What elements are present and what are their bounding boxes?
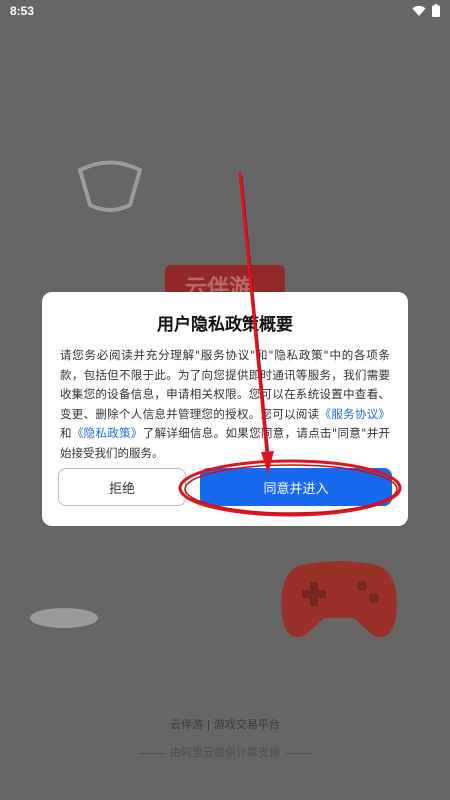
background-cloud-icon [28,598,100,638]
wifi-icon [412,5,426,17]
divider [138,752,164,754]
footer-support-text: 由阿里云提供计算支持 [170,746,280,759]
status-bar: 8:53 [0,0,450,22]
dialog-body: 请您务必阅读并充分理解"服务协议"和"隐私政策"中的各项条款，包括但不限于此。为… [60,346,390,463]
battery-icon [432,4,440,17]
background-footer-brand: 云伴游 | 游戏交易平台 [170,718,280,731]
background-gamepad-icon [278,556,400,644]
dialog-title: 用户隐私政策概要 [157,315,293,335]
dialog-body-and: 和 [60,426,72,440]
accept-button[interactable]: 同意并进入 [200,468,392,506]
privacy-policy-link[interactable]: 《隐私政策》 [72,426,143,440]
privacy-dialog: 用户隐私政策概要 请您务必阅读并充分理解"服务协议"和"隐私政策"中的各项条款，… [42,292,408,526]
service-agreement-link[interactable]: 《服务协议》 [320,407,390,421]
divider [286,752,312,754]
background-logo-icon [70,160,150,220]
background-footer-support: 由阿里云提供计算支持 [0,744,450,760]
status-time: 8:53 [10,4,35,18]
reject-button[interactable]: 拒绝 [58,468,186,506]
status-icons [412,4,440,17]
